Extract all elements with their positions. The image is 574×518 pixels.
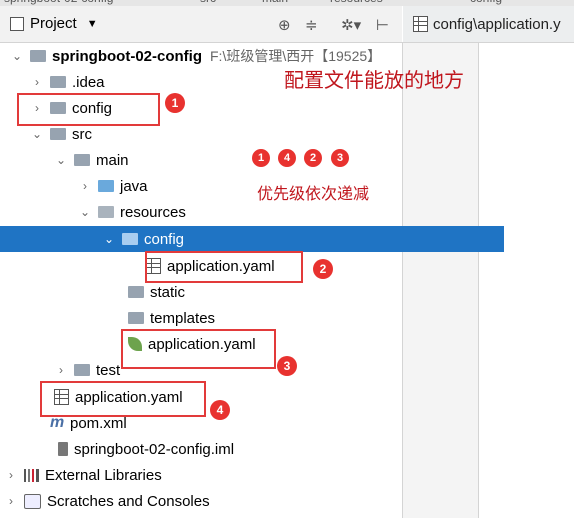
tree-item-scratches[interactable]: › Scratches and Consoles	[0, 488, 406, 514]
breadcrumb-item: resources	[330, 0, 383, 5]
breadcrumb-item: main	[262, 0, 288, 5]
tree-item-external-libraries[interactable]: › External Libraries	[0, 462, 406, 488]
resources-folder-icon	[98, 206, 114, 218]
priority-badge: 4	[278, 149, 296, 167]
tree-item-main[interactable]: ⌄ main	[0, 147, 456, 173]
libraries-icon	[24, 468, 39, 482]
chevron-down-icon[interactable]: ⌄	[10, 49, 24, 63]
folder-icon	[50, 76, 66, 88]
project-view-selector[interactable]: Project ▼	[10, 15, 98, 32]
breadcrumb-item: springboot-02-config	[4, 0, 113, 5]
priority-badge: 3	[331, 149, 349, 167]
iml-file-icon	[58, 442, 68, 456]
chevron-down-icon[interactable]: ⌄	[30, 127, 44, 141]
chevron-down-icon[interactable]: ⌄	[102, 232, 116, 246]
chevron-right-icon[interactable]: ›	[78, 179, 92, 193]
chevron-right-icon[interactable]: ›	[4, 468, 18, 482]
tree-item-label: java	[120, 177, 148, 195]
tree-item-label: External Libraries	[45, 466, 162, 484]
badge-1: 1	[165, 93, 185, 113]
badge-2: 2	[313, 259, 333, 279]
highlight-box-3	[121, 329, 276, 369]
chevron-down-icon: ▼	[86, 17, 98, 30]
tree-item-label: springboot-02-config.iml	[74, 440, 235, 458]
project-icon	[10, 16, 24, 31]
priority-badge: 2	[304, 149, 322, 167]
highlight-box-1	[17, 93, 160, 126]
yaml-file-icon	[413, 16, 428, 32]
tree-item-label: springboot-02-config	[52, 47, 202, 65]
tree-item-resources-config[interactable]: ⌄ config	[0, 226, 504, 252]
hide-icon[interactable]: ⊢	[376, 16, 389, 34]
chevron-right-icon[interactable]: ›	[30, 75, 44, 89]
target-icon[interactable]: ⊕	[278, 16, 291, 34]
project-view-label: Project	[30, 15, 77, 32]
tree-item-label: resources	[120, 203, 186, 221]
source-folder-icon	[98, 180, 114, 192]
scratches-icon	[24, 493, 41, 509]
folder-icon	[50, 128, 66, 140]
project-toolbar: Project ▼ ⊕ ≑ ✲▾ ⊢	[0, 6, 402, 43]
tree-item-iml[interactable]: springboot-02-config.iml	[0, 436, 454, 462]
priority-badge: 1	[252, 149, 270, 167]
editor-tab-label: config\application.y	[433, 15, 561, 33]
highlight-box-2	[145, 251, 303, 283]
annotation-priority-text: 优先级依次递减	[257, 184, 370, 203]
tree-item-label: .idea	[72, 73, 105, 91]
tree-item-java[interactable]: › java	[0, 173, 480, 199]
tree-item-templates[interactable]: templates	[0, 305, 524, 331]
tree-item-resources[interactable]: ⌄ resources	[0, 199, 480, 225]
folder-icon	[74, 364, 90, 376]
tree-item-label: config	[144, 230, 185, 248]
breadcrumb-item: config	[470, 0, 502, 5]
project-path: F:\班级管理\西开【19525】	[210, 48, 382, 64]
tree-item-label: src	[72, 125, 92, 143]
folder-icon	[128, 286, 144, 298]
gear-icon[interactable]: ✲▾	[341, 16, 361, 34]
folder-icon	[74, 154, 90, 166]
chevron-down-icon[interactable]: ⌄	[54, 153, 68, 167]
highlight-box-4	[40, 381, 206, 417]
tree-item-label: static	[150, 283, 186, 301]
module-folder-icon	[30, 50, 46, 62]
annotation-title: 配置文件能放的地方	[284, 68, 464, 92]
editor-tab[interactable]: config\application.y	[403, 16, 561, 33]
tree-item-label: pom.xml	[70, 414, 127, 432]
tree-item-label: Scratches and Consoles	[47, 492, 210, 510]
badge-3: 3	[277, 356, 297, 376]
collapse-icon[interactable]: ≑	[305, 16, 318, 34]
tree-item-label: main	[96, 151, 129, 169]
chevron-right-icon[interactable]: ›	[54, 363, 68, 377]
tree-item-label: templates	[150, 309, 216, 327]
folder-icon	[128, 312, 144, 324]
chevron-down-icon[interactable]: ⌄	[78, 205, 92, 219]
badge-4: 4	[210, 400, 230, 420]
breadcrumb-item: src	[200, 0, 216, 5]
folder-icon	[122, 233, 138, 245]
editor-tab-bar: config\application.y	[403, 6, 574, 43]
tree-item-label: test	[96, 361, 121, 379]
chevron-right-icon[interactable]: ›	[4, 494, 18, 508]
